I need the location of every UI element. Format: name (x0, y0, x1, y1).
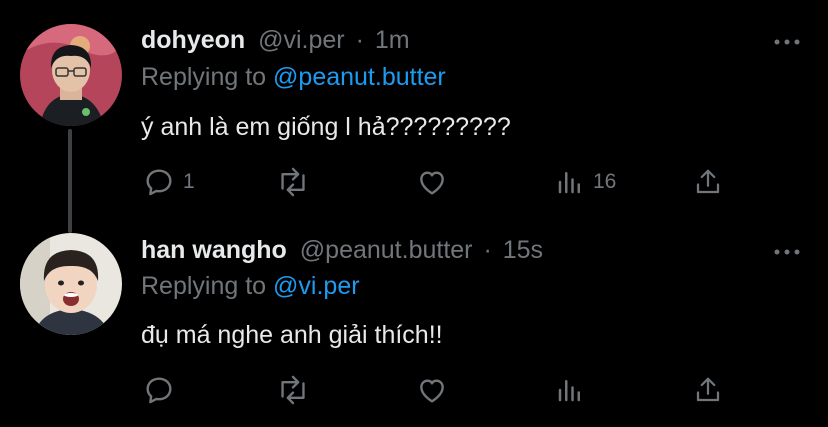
reply-button[interactable] (143, 374, 183, 406)
tweet-dohyeon[interactable]: dohyeon @vi.per · 1m Replying to @peanut… (0, 0, 828, 220)
user-handle[interactable]: @vi.per (258, 26, 345, 54)
replying-to-label: Replying to (141, 272, 267, 300)
retweet-button[interactable] (276, 374, 310, 406)
views-button[interactable] (555, 374, 585, 406)
share-button[interactable] (693, 166, 723, 198)
retweet-icon (281, 167, 305, 197)
like-button[interactable] (416, 374, 448, 406)
separator-dot: · (483, 236, 492, 264)
avatar-photo-dohyeon (20, 24, 122, 126)
separator-dot: · (355, 26, 364, 54)
heart-icon (420, 379, 444, 403)
views-icon (558, 172, 580, 194)
retweet-icon (281, 375, 305, 405)
replying-to-handle[interactable]: @vi.per (273, 272, 360, 300)
like-button[interactable] (416, 166, 448, 198)
views-count: 16 (593, 170, 617, 193)
more-options-button[interactable] (773, 37, 801, 47)
replying-to-handle[interactable]: @peanut.butter (273, 63, 446, 91)
avatar-photo-han-wangho (20, 233, 122, 335)
tweet-han-wangho[interactable]: han wangho @peanut.butter · 15s Replying… (0, 220, 828, 427)
timestamp[interactable]: 15s (503, 236, 543, 264)
more-options-button[interactable] (773, 247, 801, 257)
reply-count: 1 (183, 170, 195, 193)
tweet-actions (0, 372, 828, 412)
tweet-actions: 1 16 (0, 164, 828, 204)
tweet-text: đụ má nghe anh giải thích!! (141, 321, 443, 349)
share-icon (696, 377, 720, 402)
reply-icon (146, 169, 172, 196)
share-icon (696, 169, 720, 194)
replying-to: Replying to @vi.per (141, 272, 360, 301)
share-button[interactable] (693, 374, 723, 406)
avatar[interactable] (20, 233, 122, 335)
display-name[interactable]: dohyeon (141, 26, 245, 54)
reply-button[interactable]: 1 (143, 166, 195, 198)
views-icon (558, 380, 580, 402)
timestamp[interactable]: 1m (375, 26, 410, 54)
retweet-button[interactable] (276, 166, 310, 198)
reply-icon (146, 377, 172, 404)
more-horizontal-icon (774, 39, 800, 45)
heart-icon (420, 171, 444, 195)
avatar[interactable] (20, 24, 122, 126)
tweet-text: ý anh là em giống l hả????????? (141, 113, 511, 141)
user-handle[interactable]: @peanut.butter (300, 236, 473, 264)
more-horizontal-icon (774, 249, 800, 255)
views-button[interactable]: 16 (555, 166, 616, 198)
replying-to-label: Replying to (141, 63, 267, 91)
tweet-header: han wangho @peanut.butter · 15s (141, 236, 543, 265)
replying-to: Replying to @peanut.butter (141, 63, 446, 92)
display-name[interactable]: han wangho (141, 236, 287, 264)
tweet-header: dohyeon @vi.per · 1m (141, 26, 410, 55)
